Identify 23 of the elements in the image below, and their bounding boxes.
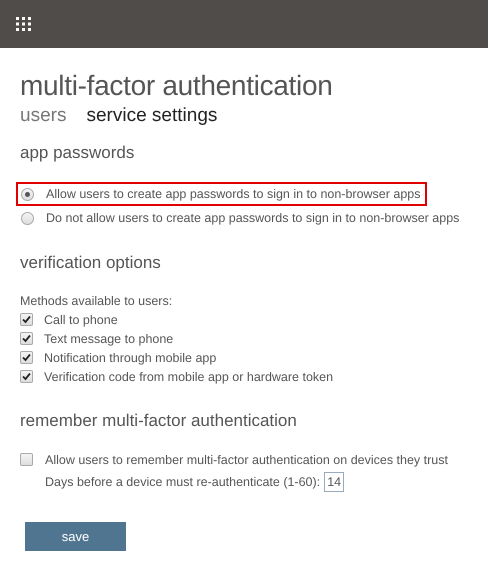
days-label: Days before a device must re-authenticate (1-60):: [45, 475, 320, 489]
section-heading: verification options: [20, 252, 162, 274]
methods-label: Methods available to users:: [20, 293, 174, 310]
checkbox-label: Notification through mobile app: [44, 350, 216, 364]
radio-option[interactable]: Do not allow users to create app passwords to sign in to non-browser apps: [16, 206, 466, 230]
checkbox-label: Allow users to remember multi-factor authentication on devices they trust: [45, 452, 448, 466]
section-heading: remember multi-factor authentication: [20, 410, 298, 432]
app-launcher-icon[interactable]: [16, 17, 31, 31]
tab[interactable]: service settings: [86, 104, 218, 128]
checkbox[interactable]: [20, 313, 33, 326]
highlighted-radio-option[interactable]: Allow users to create app passwords to sign in to non-browser apps: [16, 182, 426, 206]
days-field[interactable]: 14: [324, 472, 344, 492]
checkbox-label: Call to phone: [44, 312, 118, 326]
save-button[interactable]: save: [25, 522, 126, 551]
section-heading: app passwords: [20, 142, 136, 164]
checkbox[interactable]: [20, 332, 33, 345]
checkbox[interactable]: [20, 453, 33, 466]
checkbox[interactable]: [20, 351, 33, 364]
checkbox-label: Verification code from mobile app or hardware token: [44, 370, 334, 384]
checkbox-label: Text message to phone: [44, 332, 174, 346]
checkbox[interactable]: [20, 370, 33, 383]
tab[interactable]: users: [20, 104, 66, 128]
page-title: multi-factor authentication: [20, 69, 334, 103]
